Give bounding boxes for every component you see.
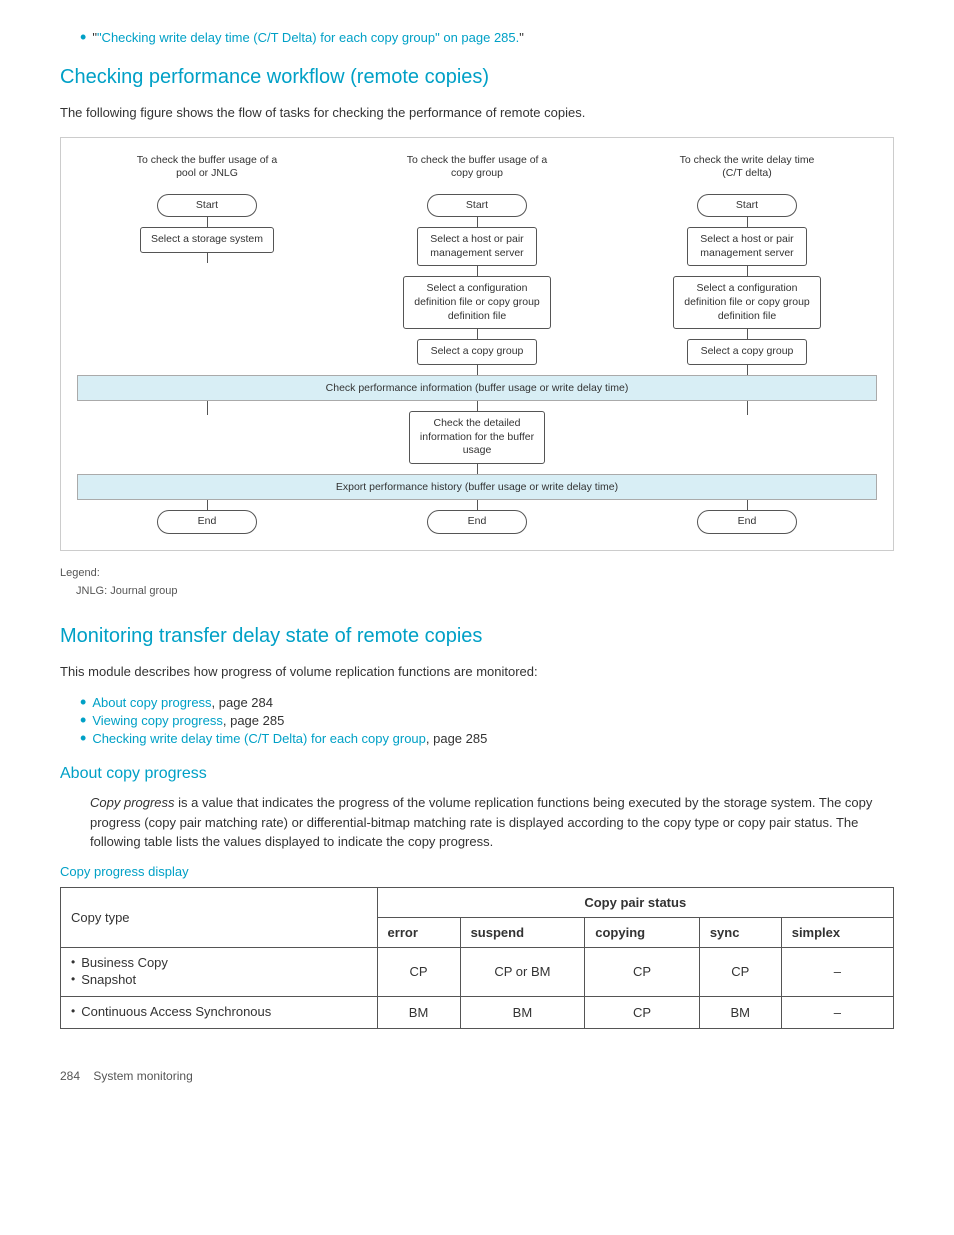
section2-heading: Monitoring transfer delay state of remot… [60,625,894,648]
row1-sync: CP [699,947,781,996]
bullet-dot-1: • [80,693,86,711]
row1-suspend: CP or BM [460,947,585,996]
flow-diagram-container: To check the buffer usage of apool or JN… [60,137,894,551]
row2-simplex: – [781,996,893,1028]
col1-end: End [157,510,257,534]
col1-box1: Select a storage system [140,227,274,253]
bullet-2-text: Viewing copy progress, page 285 [92,713,284,728]
footer-page-num: 284 [60,1069,80,1083]
row2-copying: CP [585,996,700,1028]
col-span-header: Copy pair status [377,887,893,917]
row2-type-cell: • Continuous Access Synchronous [61,996,378,1028]
col1-header: To check the buffer usage of apool or JN… [77,154,337,182]
bullet-dot-2: • [80,711,86,729]
footer-section: System monitoring [93,1069,192,1083]
bullet-1-page: , page 284 [212,695,273,710]
row1-type2: • Snapshot [71,972,367,987]
top-bullet-text: ""Checking write delay time (C/T Delta) … [92,30,524,45]
section1-intro: The following figure shows the flow of t… [60,103,894,123]
link-about-copy[interactable]: About copy progress [92,695,211,710]
copy-progress-table: Copy type Copy pair status error suspend… [60,887,894,1029]
section1-heading: Checking performance workflow (remote co… [60,66,894,89]
bullet-checking-write-delay: • Checking write delay time (C/T Delta) … [60,731,894,747]
section3-heading: About copy progress [60,765,894,783]
link-viewing-copy[interactable]: Viewing copy progress [92,713,223,728]
col3-start: Start [697,194,797,218]
top-bullet: • ""Checking write delay time (C/T Delta… [60,30,894,46]
sub-header-error: error [377,917,460,947]
col2-box3: Select a copy group [417,339,537,365]
col3-box2: Select a configurationdefinition file or… [673,276,821,329]
sub-header-suspend: suspend [460,917,585,947]
bullet-dot-3: • [80,729,86,747]
col2-box1: Select a host or pairmanagement server [417,227,537,266]
row2-error: BM [377,996,460,1028]
bullet-1-text: About copy progress, page 284 [92,695,273,710]
bullet-3-page: , page 285 [426,731,487,746]
flow-diagram: To check the buffer usage of apool or JN… [77,154,877,534]
row1-simplex: – [781,947,893,996]
sub-header-sync: sync [699,917,781,947]
col3-box1: Select a host or pairmanagement server [687,227,807,266]
section2-bullets: • About copy progress, page 284 • Viewin… [60,695,894,747]
col2-end: End [427,510,527,534]
row2-sync: BM [699,996,781,1028]
row1-error: CP [377,947,460,996]
span-bar2: Export performance history (buffer usage… [77,474,877,500]
col3-end: End [697,510,797,534]
sub-header-copying: copying [585,917,700,947]
col1-start: Start [157,194,257,218]
italic-word: Copy progress [90,795,175,810]
section3-body: Copy progress is a value that indicates … [60,793,894,852]
bullet-dot: • [80,28,86,46]
table-row-2: • Continuous Access Synchronous BM BM CP… [61,996,894,1028]
bullet-3-text: Checking write delay time (C/T Delta) fo… [92,731,487,746]
link-checking-write[interactable]: Checking write delay time (C/T Delta) fo… [92,731,426,746]
col2-header: To check the buffer usage of acopy group [347,154,607,182]
row2-type1: • Continuous Access Synchronous [71,1004,367,1019]
top-link[interactable]: "Checking write delay time (C/T Delta) f… [97,30,519,45]
bullet-2-page: , page 285 [223,713,284,728]
row1-type-cell: • Business Copy • Snapshot [61,947,378,996]
col3-box3: Select a copy group [687,339,807,365]
sub-header-simplex: simplex [781,917,893,947]
col2-start: Start [427,194,527,218]
section3-sub-heading: Copy progress display [60,864,894,879]
col-type-header: Copy type [61,887,378,947]
col2-box2: Select a configurationdefinition file or… [403,276,551,329]
legend-jnlg: JNLG: Journal group [60,585,894,597]
col3-header: To check the write delay time(C/T delta) [617,154,877,182]
table-row-1: • Business Copy • Snapshot CP CP or BM C… [61,947,894,996]
row1-type1: • Business Copy [71,955,367,970]
bullet-viewing-copy-progress: • Viewing copy progress, page 285 [60,713,894,729]
col2-detail: Check the detailedinformation for the bu… [409,411,545,464]
page-footer: 284 System monitoring [60,1069,894,1083]
bullet-about-copy-progress: • About copy progress, page 284 [60,695,894,711]
row1-copying: CP [585,947,700,996]
legend: Legend: JNLG: Journal group [60,567,894,597]
legend-label: Legend: [60,567,894,579]
span-bar1: Check performance information (buffer us… [77,375,877,401]
row2-suspend: BM [460,996,585,1028]
section2-intro: This module describes how progress of vo… [60,662,894,682]
